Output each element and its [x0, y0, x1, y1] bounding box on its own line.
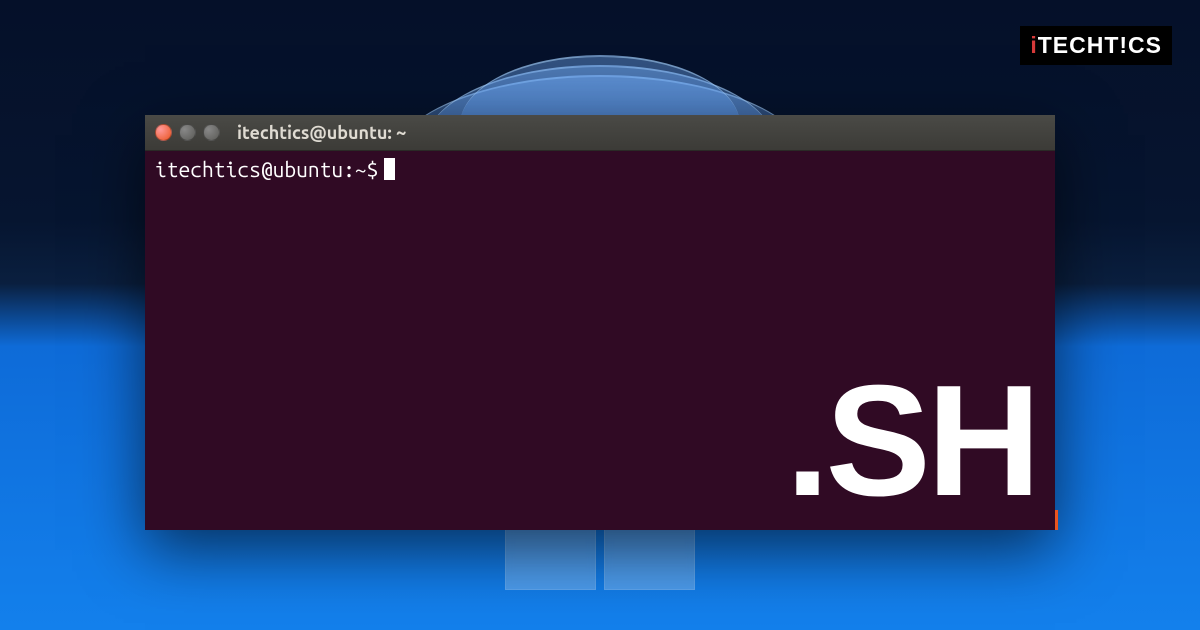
edge-accent — [1055, 510, 1058, 530]
minimize-button[interactable] — [179, 124, 196, 141]
shell-prompt: itechtics@ubuntu:~$ — [155, 157, 378, 181]
prompt-line: itechtics@ubuntu:~$ — [155, 157, 1045, 181]
cursor-icon — [384, 158, 395, 180]
maximize-button[interactable] — [203, 124, 220, 141]
file-extension-overlay: .SH — [786, 362, 1037, 520]
brand-logo: iTECHT!CS — [1020, 26, 1172, 65]
terminal-titlebar[interactable]: itechtics@ubuntu: ~ — [145, 115, 1055, 151]
window-title: itechtics@ubuntu: ~ — [237, 123, 406, 143]
close-button[interactable] — [155, 124, 172, 141]
desktop-background: iTECHT!CS itechtics@ubuntu: ~ itechtics@… — [0, 0, 1200, 630]
terminal-body[interactable]: itechtics@ubuntu:~$ .SH — [145, 151, 1055, 530]
terminal-window[interactable]: itechtics@ubuntu: ~ itechtics@ubuntu:~$ … — [145, 115, 1055, 530]
brand-logo-text: iTECHT!CS — [1030, 32, 1162, 59]
